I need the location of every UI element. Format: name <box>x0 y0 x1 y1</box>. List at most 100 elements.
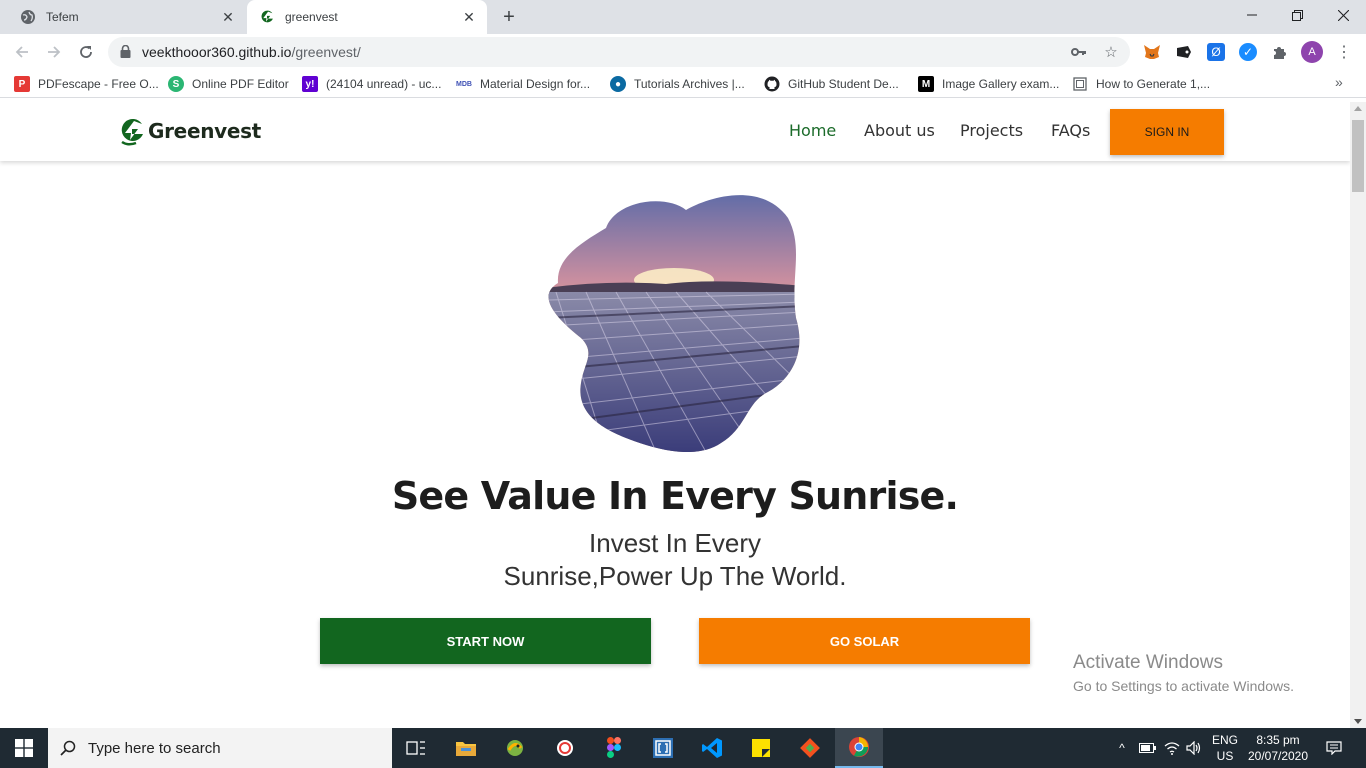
sejda-icon: S <box>168 76 184 92</box>
page-viewport: Greenvest Home About us Projects FAQs SI… <box>0 102 1350 728</box>
reload-button[interactable] <box>72 38 100 66</box>
scroll-up-icon[interactable] <box>1354 106 1362 111</box>
watermark-title: Activate Windows <box>1073 652 1223 673</box>
hero-subline-1: Invest In Every <box>589 528 761 558</box>
vscode-icon[interactable] <box>688 728 736 768</box>
chrome-icon[interactable] <box>835 728 883 768</box>
input-language[interactable]: ENG US <box>1208 732 1242 764</box>
tab-strip: Tefem ✕ greenvest ✕ + <box>0 0 1366 34</box>
figma-icon[interactable] <box>590 728 638 768</box>
hero-headline: See Value In Every Sunrise. <box>391 474 959 518</box>
clock-date: 20/07/2020 <box>1247 749 1309 763</box>
back-button[interactable] <box>8 38 36 66</box>
bookmark-tutorials[interactable]: ● Tutorials Archives |... <box>610 75 745 93</box>
bookmark-github-student[interactable]: GitHub Student De... <box>764 75 899 93</box>
brand-logo[interactable]: Greenvest <box>118 116 261 146</box>
tab-title: Tefem <box>46 10 79 24</box>
show-hidden-icons[interactable]: ^ <box>1112 728 1132 768</box>
bookmark-label: Material Design for... <box>480 77 591 91</box>
clock[interactable]: 8:35 pm 20/07/2020 <box>1244 732 1312 764</box>
bookmark-yahoo-mail[interactable]: y! (24104 unread) - uc... <box>302 75 441 93</box>
medium-icon: M <box>918 76 934 92</box>
tag-extension-icon[interactable] <box>1175 43 1193 61</box>
bookmark-online-pdf-editor[interactable]: S Online PDF Editor <box>168 75 289 93</box>
star-icon[interactable]: ☆ <box>1103 44 1119 61</box>
forward-button[interactable] <box>40 38 68 66</box>
hero-solar-image <box>548 195 800 452</box>
hero-subline-2: Sunrise,Power Up The World. <box>503 561 847 591</box>
app-red-circle-icon[interactable] <box>541 728 589 768</box>
check-extension-icon[interactable]: ✓ <box>1239 43 1257 61</box>
brand-name: Greenvest <box>148 119 262 143</box>
url-text: veekthooor360.github.io/greenvest/ <box>142 44 361 60</box>
address-bar[interactable]: veekthooor360.github.io/greenvest/ ☆ <box>108 37 1130 67</box>
region-code: US <box>1216 749 1234 763</box>
mdb-icon: MDB <box>456 80 472 88</box>
git-app-icon[interactable] <box>786 728 834 768</box>
close-icon[interactable]: ✕ <box>459 7 479 27</box>
key-icon[interactable] <box>1071 44 1087 60</box>
page-scrollbar[interactable] <box>1350 102 1366 728</box>
nav-about-us[interactable]: About us <box>864 121 935 140</box>
close-window-button[interactable] <box>1320 0 1366 30</box>
bookmark-material-design[interactable]: MDB Material Design for... <box>456 75 590 93</box>
scroll-down-icon[interactable] <box>1354 719 1362 724</box>
sticky-notes-icon[interactable] <box>737 728 785 768</box>
windows-taskbar: Type here to search ^ ENG US 8:35 pm 20/… <box>0 728 1366 768</box>
nav-home[interactable]: Home <box>789 121 836 140</box>
battery-icon[interactable] <box>1138 728 1158 768</box>
bookmark-label: Online PDF Editor <box>192 77 289 91</box>
bookmark-image-gallery[interactable]: M Image Gallery exam... <box>918 75 1059 93</box>
action-center-icon[interactable] <box>1320 728 1348 768</box>
bookmarks-bar: P PDFescape - Free O... S Online PDF Edi… <box>0 70 1366 98</box>
greenvest-logo-icon <box>121 118 143 146</box>
github-icon <box>764 76 780 92</box>
bookmark-label: GitHub Student De... <box>788 77 899 91</box>
activate-windows-watermark: Activate Windows Go to Settings to activ… <box>1073 652 1294 694</box>
close-icon[interactable]: ✕ <box>218 7 238 27</box>
bookmark-label: How to Generate 1,... <box>1096 77 1211 91</box>
minimize-button[interactable] <box>1229 0 1275 30</box>
bookmark-how-to-generate[interactable]: How to Generate 1,... <box>1072 75 1210 93</box>
url-path: /greenvest/ <box>291 44 361 60</box>
nav-faqs[interactable]: FAQs <box>1051 121 1090 140</box>
metamask-icon[interactable] <box>1143 43 1161 61</box>
greenvest-favicon <box>259 9 275 25</box>
watermark-subtitle: Go to Settings to activate Windows. <box>1073 678 1294 694</box>
search-icon <box>48 740 88 756</box>
taskbar-search[interactable]: Type here to search <box>48 728 392 768</box>
tab-title: greenvest <box>285 10 338 24</box>
file-explorer-icon[interactable] <box>442 728 490 768</box>
search-placeholder: Type here to search <box>88 739 221 757</box>
sign-in-button[interactable]: SIGN IN <box>1110 109 1224 155</box>
nav-projects[interactable]: Projects <box>960 121 1023 140</box>
page-icon <box>1072 76 1088 92</box>
scroll-thumb[interactable] <box>1352 120 1364 192</box>
restore-button[interactable] <box>1274 0 1320 30</box>
profile-avatar[interactable]: A <box>1301 41 1323 63</box>
ublock-icon[interactable]: Ø <box>1207 43 1225 61</box>
go-solar-button[interactable]: GO SOLAR <box>699 618 1030 664</box>
bookmark-pdfescape[interactable]: P PDFescape - Free O... <box>14 75 159 93</box>
lock-icon <box>120 44 131 63</box>
pdfescape-icon: P <box>14 76 30 92</box>
more-bookmarks-icon[interactable]: » <box>1335 74 1343 90</box>
task-view-icon[interactable] <box>392 728 440 768</box>
menu-icon[interactable]: ⋮ <box>1336 41 1352 63</box>
language-code: ENG <box>1211 733 1238 747</box>
tab-tefem[interactable]: Tefem ✕ <box>8 0 246 34</box>
windows-start-button[interactable] <box>0 728 48 768</box>
puzzle-icon[interactable] <box>1271 43 1289 61</box>
start-now-button[interactable]: START NOW <box>320 618 651 664</box>
chameleon-app-icon[interactable] <box>491 728 539 768</box>
app-bracket-icon[interactable] <box>639 728 687 768</box>
browser-toolbar: veekthooor360.github.io/greenvest/ ☆ Ø ✓… <box>0 34 1366 70</box>
clock-time: 8:35 pm <box>1256 733 1300 747</box>
tutorials-icon: ● <box>610 76 626 92</box>
new-tab-button[interactable]: + <box>497 5 521 29</box>
tab-greenvest[interactable]: greenvest ✕ <box>247 0 487 34</box>
volume-icon[interactable] <box>1184 728 1204 768</box>
yahoo-icon: y! <box>302 76 318 92</box>
wifi-icon[interactable] <box>1162 728 1182 768</box>
windows-logo-icon <box>15 739 33 757</box>
